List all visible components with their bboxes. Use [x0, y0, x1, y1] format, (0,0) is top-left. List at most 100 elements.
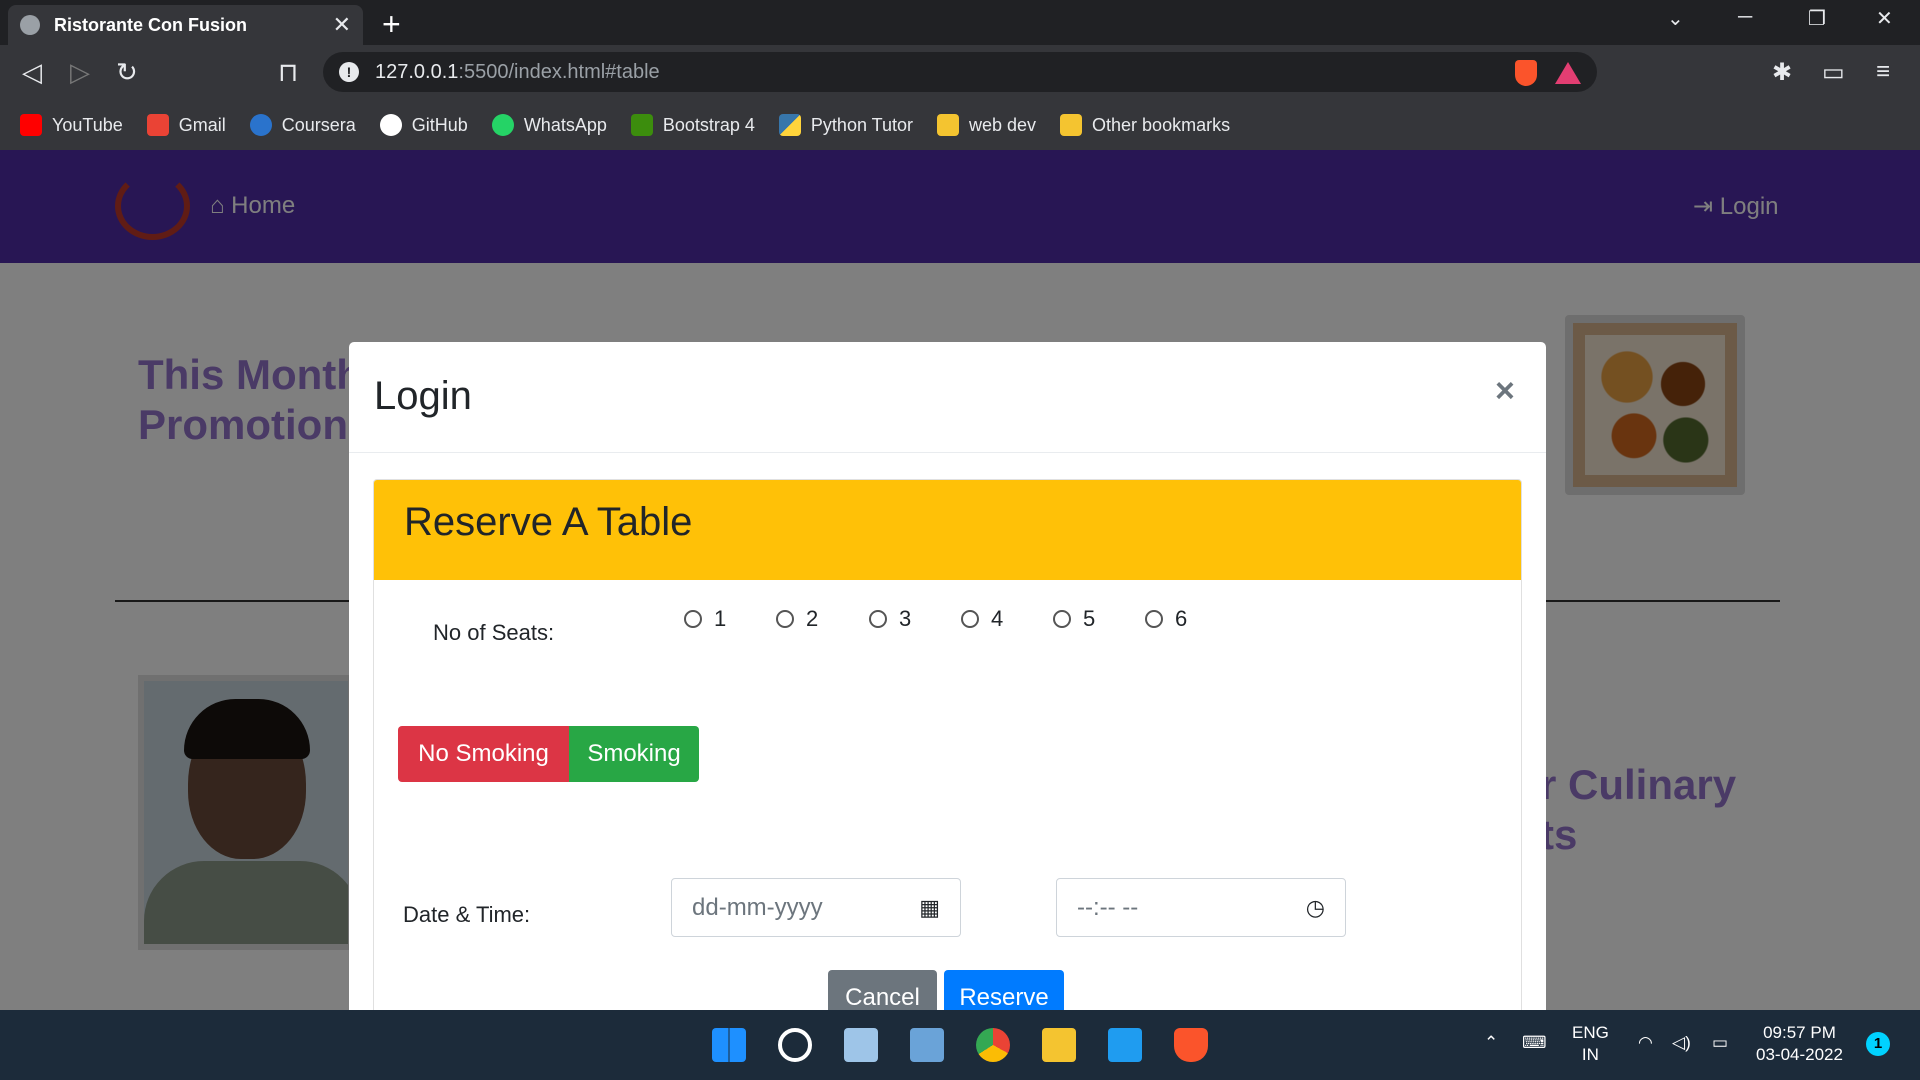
extensions-icon[interactable]: ✱	[1772, 58, 1792, 87]
reserve-table-card: Reserve A Table No of Seats: 1 2 3 4 5 6…	[373, 479, 1522, 1010]
python-icon	[778, 114, 801, 136]
notepad-icon[interactable]	[910, 1028, 944, 1062]
seat-option-label: 2	[806, 606, 819, 631]
reserve-button[interactable]: Reserve	[944, 970, 1064, 1010]
tab-close-icon[interactable]: ✕	[333, 12, 351, 38]
address-bar[interactable]: ! 127.0.0.1:5500/index.html#table	[323, 52, 1597, 92]
wallet-icon[interactable]: ▭	[1822, 58, 1845, 87]
bookmark-gmail[interactable]: Gmail	[146, 114, 226, 136]
gmail-icon	[146, 114, 169, 136]
date-input[interactable]: dd-mm-yyyy ▦	[671, 878, 961, 937]
bookmark-github[interactable]: GitHub	[379, 114, 468, 136]
seat-radio-3[interactable]: 3	[869, 606, 911, 632]
reload-icon[interactable]: ↻	[116, 57, 138, 88]
bookmark-bootstrap[interactable]: Bootstrap 4	[630, 114, 755, 136]
bookmark-other[interactable]: Other bookmarks	[1060, 114, 1230, 136]
bookmark-icon[interactable]: ⊓	[278, 57, 298, 88]
brave-rewards-icon[interactable]	[1555, 62, 1581, 84]
login-modal: Login × Reserve A Table No of Seats: 1 2…	[349, 342, 1546, 1010]
chrome-icon[interactable]	[976, 1028, 1010, 1062]
modal-title: Login	[374, 374, 472, 418]
bookmark-web-dev[interactable]: web dev	[936, 114, 1036, 136]
lang-bottom: IN	[1581, 1045, 1599, 1064]
seats-label: No of Seats:	[433, 620, 555, 645]
seat-radio-6[interactable]: 6	[1145, 606, 1187, 632]
no-smoking-button[interactable]: No Smoking	[398, 726, 569, 782]
restore-icon[interactable]: ❐	[1808, 6, 1826, 31]
bookmark-label: Other bookmarks	[1092, 114, 1231, 135]
seat-radio-5[interactable]: 5	[1053, 606, 1095, 632]
show-hidden-icons[interactable]: ⌃	[1484, 1032, 1498, 1054]
browser-toolbar: ◁ ▷ ↻ ⊓ ! 127.0.0.1:5500/index.html#tabl…	[0, 45, 1920, 100]
coursera-icon	[249, 114, 272, 136]
brave-shield-icon[interactable]	[1515, 60, 1537, 86]
keyboard-icon[interactable]: ⌨	[1522, 1032, 1547, 1054]
forward-icon[interactable]: ▷	[70, 57, 90, 88]
clock-time: 09:57 PM	[1763, 1023, 1836, 1042]
seat-radio-4[interactable]: 4	[961, 606, 1003, 632]
photos-icon[interactable]	[844, 1028, 878, 1062]
radio-circle[interactable]	[1053, 610, 1071, 628]
url-host: 127.0.0.1	[375, 60, 459, 83]
tab-search-icon[interactable]: ⌄	[1667, 6, 1684, 31]
lang-top: ENG	[1572, 1023, 1609, 1042]
back-icon[interactable]: ◁	[22, 57, 42, 88]
radio-circle[interactable]	[961, 610, 979, 628]
bookmark-coursera[interactable]: Coursera	[249, 114, 356, 136]
calendar-icon[interactable]: ▦	[919, 895, 940, 921]
bootstrap-icon	[630, 114, 653, 136]
volume-icon[interactable]: ◁)	[1672, 1032, 1691, 1054]
close-icon[interactable]: ×	[1495, 372, 1515, 411]
url-text: 127.0.0.1:5500/index.html#table	[375, 61, 660, 84]
web-page: ⌂ Home ⇥ Login This MonthPromotions r Cu…	[0, 150, 1920, 1010]
taskbar: ⌃ ⌨ ENG IN ◠ ◁) ▭ 09:57 PM 03-04-2022 1	[0, 1010, 1920, 1080]
radio-circle[interactable]	[1145, 610, 1163, 628]
whatsapp-icon	[491, 114, 514, 136]
seat-option-label: 6	[1175, 606, 1188, 631]
notification-badge[interactable]: 1	[1866, 1032, 1890, 1056]
bookmark-label: YouTube	[52, 114, 123, 135]
info-icon[interactable]: !	[339, 62, 359, 82]
clock[interactable]: 09:57 PM 03-04-2022	[1756, 1022, 1843, 1066]
bookmark-label: WhatsApp	[523, 114, 607, 135]
radio-circle[interactable]	[776, 610, 794, 628]
clock-date: 03-04-2022	[1756, 1045, 1843, 1064]
language-indicator[interactable]: ENG IN	[1572, 1022, 1609, 1066]
tab-strip: Ristorante Con Fusion ✕ + ⌄ ─ ❐ ✕	[0, 0, 1920, 45]
modal-header: Login ×	[349, 342, 1546, 453]
bookmark-youtube[interactable]: YouTube	[20, 114, 123, 136]
search-icon[interactable]	[778, 1028, 812, 1062]
radio-circle[interactable]	[869, 610, 887, 628]
close-window-icon[interactable]: ✕	[1876, 6, 1893, 31]
smoking-button[interactable]: Smoking	[569, 726, 699, 782]
wifi-icon[interactable]: ◠	[1638, 1032, 1653, 1054]
new-tab-button[interactable]: +	[382, 6, 401, 43]
bookmark-python-tutor[interactable]: Python Tutor	[778, 114, 913, 136]
menu-icon[interactable]: ≡	[1876, 58, 1890, 86]
card-title: Reserve A Table	[404, 500, 693, 544]
bookmark-label: GitHub	[411, 114, 468, 135]
seat-radio-1[interactable]: 1	[684, 606, 726, 632]
vscode-icon[interactable]	[1108, 1028, 1142, 1062]
bookmarks-bar: YouTube Gmail Coursera GitHub WhatsApp B…	[0, 100, 1920, 150]
seat-option-label: 5	[1083, 606, 1096, 631]
browser-tab[interactable]: Ristorante Con Fusion ✕	[8, 5, 363, 45]
file-explorer-icon[interactable]	[1042, 1028, 1076, 1062]
seat-option-label: 4	[991, 606, 1004, 631]
bookmark-label: Gmail	[178, 114, 226, 135]
seat-radio-2[interactable]: 2	[776, 606, 818, 632]
folder-icon	[936, 114, 959, 136]
url-path: :5500/index.html#table	[458, 60, 660, 83]
windows-start-icon[interactable]	[712, 1028, 746, 1062]
minimize-icon[interactable]: ─	[1738, 6, 1752, 29]
time-input[interactable]: --:-- -- ◷	[1056, 878, 1346, 937]
brave-icon[interactable]	[1174, 1028, 1208, 1062]
radio-circle[interactable]	[684, 610, 702, 628]
bookmark-label: Coursera	[281, 114, 356, 135]
time-placeholder: --:-- --	[1077, 893, 1139, 921]
clock-icon[interactable]: ◷	[1306, 895, 1325, 921]
battery-icon[interactable]: ▭	[1712, 1032, 1728, 1054]
card-header: Reserve A Table	[374, 480, 1521, 580]
cancel-button[interactable]: Cancel	[828, 970, 937, 1010]
bookmark-whatsapp[interactable]: WhatsApp	[491, 114, 607, 136]
